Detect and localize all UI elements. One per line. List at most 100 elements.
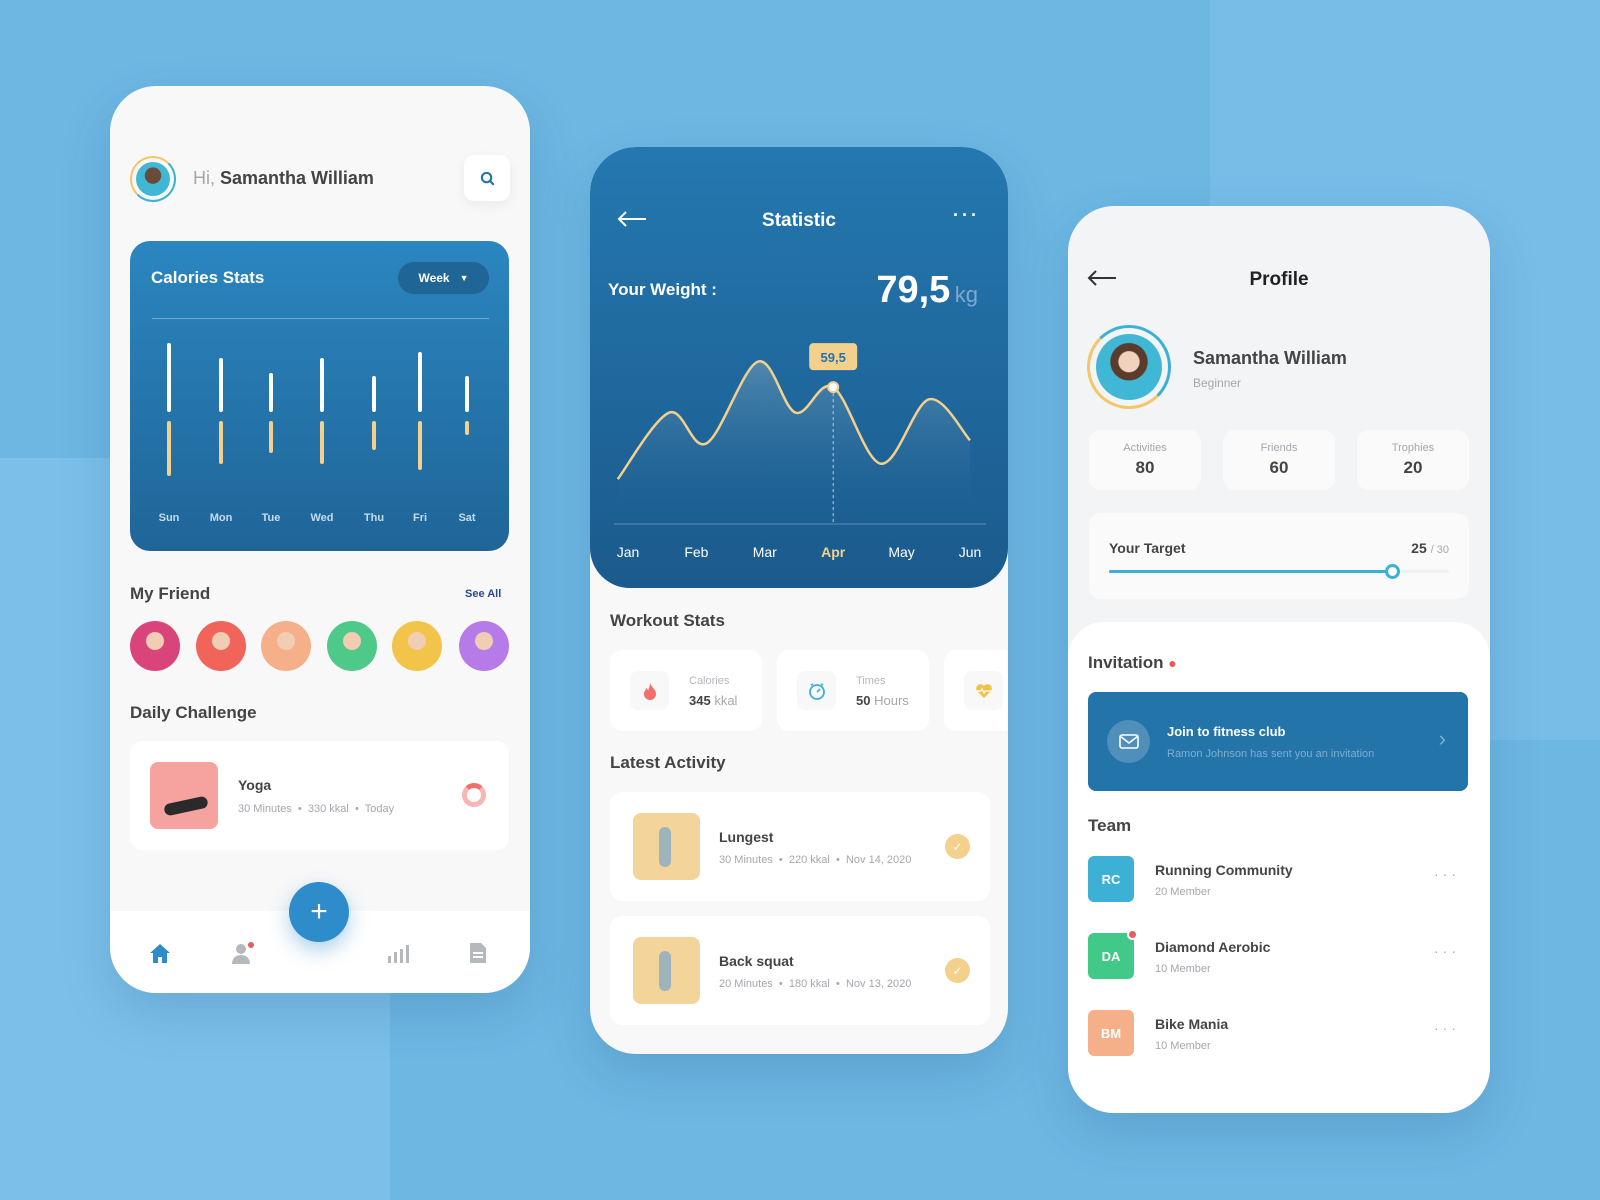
activity-image	[633, 937, 700, 1004]
invitation-text: Ramon Johnson has sent you an invitation	[1167, 748, 1375, 760]
profile-stat-friends[interactable]: Friends 60	[1223, 430, 1335, 490]
month-label[interactable]: Jun	[959, 544, 982, 560]
bar-yellow	[167, 421, 171, 477]
team-row[interactable]: BM Bike Mania 10 Member ···	[1068, 1010, 1490, 1056]
bar-yellow	[465, 421, 469, 436]
day-label: Mon	[209, 512, 233, 524]
activity-card[interactable]: Lungest 30 Minutes • 220 kkal • Nov 14, 2…	[610, 792, 990, 901]
target-label: Your Target	[1109, 540, 1186, 556]
stat-label: Trophies	[1391, 442, 1435, 454]
challenge-energy: 330 kkal	[307, 803, 349, 815]
profile-screen: Profile Samantha William Beginner Your T…	[1068, 206, 1490, 1113]
stat-value: 60	[1269, 458, 1289, 477]
month-label[interactable]: Mar	[753, 544, 777, 560]
user-name: Samantha William	[220, 168, 374, 188]
bar-white	[167, 342, 171, 412]
stat-label: Calories	[689, 675, 730, 687]
team-title: Team	[1088, 816, 1132, 835]
mail-icon	[1107, 720, 1150, 763]
bar-white	[320, 357, 324, 412]
activity-meta: 20 Minutes • 180 kkal • Nov 13, 2020	[719, 978, 912, 990]
friend-avatar[interactable]	[392, 621, 442, 671]
profile-icon[interactable]	[230, 942, 256, 966]
more-options-icon[interactable]: ···	[1434, 866, 1460, 882]
workout-stat-card[interactable]: Times 50 Hours	[777, 650, 929, 731]
target-slider-track[interactable]	[1109, 564, 1449, 579]
friend-avatar[interactable]	[130, 621, 180, 671]
target-value: 25	[1411, 540, 1427, 556]
home-icon[interactable]	[148, 942, 172, 964]
day-label: Wed	[310, 512, 334, 524]
stopwatch-icon	[797, 671, 836, 710]
see-all-link[interactable]: See All	[465, 588, 501, 600]
day-label: Thu	[363, 512, 385, 524]
challenge-duration: 30 Minutes	[238, 803, 292, 815]
day-label: Sun	[158, 512, 180, 524]
profile-stat-activities[interactable]: Activities 80	[1089, 430, 1201, 490]
screen-title: Profile	[1249, 269, 1309, 290]
challenge-name: Yoga	[238, 777, 272, 793]
team-members: 10 Member	[1155, 963, 1211, 975]
friend-avatar[interactable]	[196, 621, 246, 671]
progress-ring-icon	[462, 783, 486, 807]
stat-value: 80	[1135, 458, 1155, 477]
highlight-point[interactable]	[827, 381, 840, 394]
month-label[interactable]: Jan	[617, 544, 640, 560]
target-slider-handle[interactable]	[1385, 564, 1401, 579]
bar-yellow	[320, 421, 324, 464]
more-options-icon[interactable]: ···	[1434, 1020, 1460, 1036]
team-initials-badge: BM	[1088, 1010, 1134, 1056]
chart-icon[interactable]	[386, 942, 410, 964]
area-fill	[617, 361, 970, 524]
team-initials-badge: RC	[1088, 856, 1134, 902]
bar-white	[465, 376, 469, 412]
friend-avatar[interactable]	[459, 621, 509, 671]
workout-stat-card[interactable]	[944, 650, 1008, 731]
latest-activity-title: Latest Activity	[610, 753, 726, 772]
calories-stats-card: Calories Stats Week ▼ Sun Mon Tue Wed Thu Fri S…	[130, 241, 509, 551]
tooltip-label: 59,5	[821, 350, 846, 365]
day-label: Tue	[261, 512, 281, 524]
statistic-header: Statistic ··· Your Weight : 79,5 kg 59,5…	[590, 147, 1008, 588]
profile-stat-trophies[interactable]: Trophies 20	[1357, 430, 1469, 490]
activity-name: Lungest	[719, 829, 774, 845]
month-label[interactable]: May	[888, 544, 914, 560]
workout-stat-card[interactable]: Calories 345 kkal	[610, 650, 762, 731]
friend-avatar[interactable]	[261, 621, 311, 671]
check-icon: ✓	[945, 958, 970, 983]
challenge-card[interactable]: Yoga 30 Minutes • 330 kkal • Today	[130, 741, 509, 850]
invitation-title: Invitation ●	[1088, 653, 1177, 672]
target-max: / 30	[1430, 544, 1449, 556]
day-label: Sat	[458, 512, 476, 524]
team-members: 20 Member	[1155, 886, 1211, 898]
team-row[interactable]: RC Running Community 20 Member ···	[1068, 856, 1490, 902]
team-row[interactable]: DA Diamond Aerobic 10 Member ···	[1068, 929, 1490, 979]
bar-white	[269, 373, 273, 412]
friend-avatar[interactable]	[327, 621, 377, 671]
check-icon: ✓	[945, 834, 970, 859]
stat-label: Times	[856, 675, 886, 687]
search-button[interactable]	[464, 155, 510, 201]
bar-yellow	[372, 421, 376, 450]
search-icon	[480, 171, 494, 185]
bar-yellow	[269, 421, 273, 453]
invitation-card[interactable]: Join to fitness club Ramon Johnson has s…	[1088, 692, 1468, 791]
more-options-icon[interactable]: ···	[1434, 943, 1460, 959]
activity-image	[633, 813, 700, 880]
user-avatar[interactable]	[130, 156, 176, 202]
activity-card[interactable]: Back squat 20 Minutes • 180 kkal • Nov 13…	[610, 916, 990, 1025]
weight-chart: 59,5 Jan Feb Mar Apr May Jun	[614, 343, 986, 560]
month-label[interactable]: Feb	[684, 544, 708, 560]
bar-white	[219, 357, 223, 412]
chevron-right-icon[interactable]: ›	[1439, 726, 1446, 752]
document-icon[interactable]	[469, 942, 487, 964]
flame-icon	[630, 671, 669, 710]
month-label[interactable]: Apr	[821, 544, 846, 560]
team-members: 10 Member	[1155, 1040, 1211, 1052]
statistic-screen: Statistic ··· Your Weight : 79,5 kg 59,5…	[590, 147, 1008, 1054]
home-screen: Hi, Samantha William Calories Stats Week…	[110, 86, 530, 993]
profile-level: Beginner	[1193, 376, 1242, 390]
add-button[interactable]: +	[289, 882, 349, 942]
profile-name: Samantha William	[1193, 348, 1347, 368]
team-name: Bike Mania	[1155, 1016, 1229, 1032]
